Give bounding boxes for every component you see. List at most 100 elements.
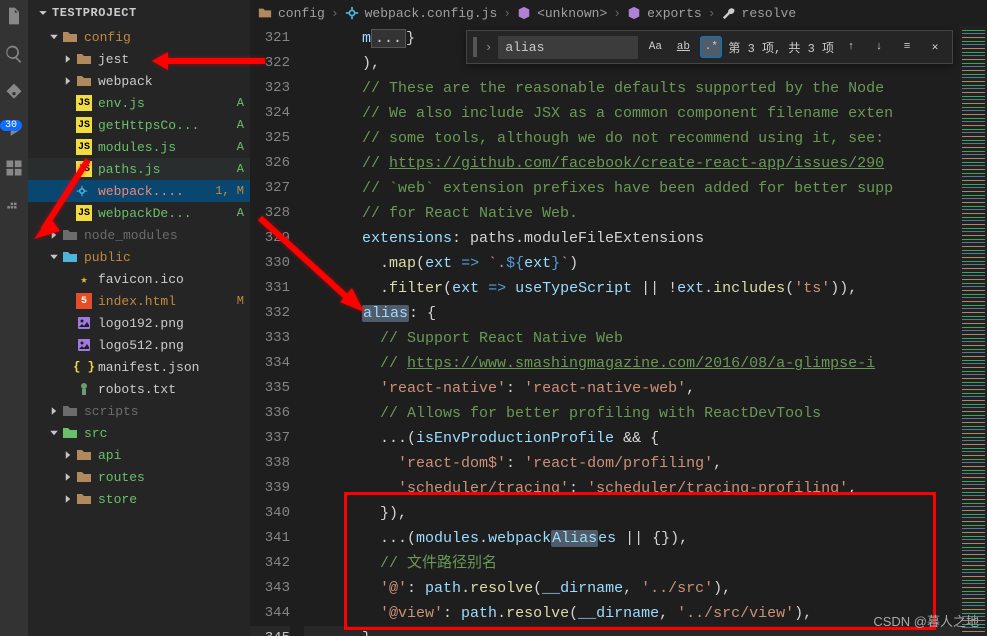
wrench-icon xyxy=(722,6,736,20)
folder-row[interactable]: src xyxy=(28,422,250,444)
folder-row[interactable]: node_modules xyxy=(28,224,250,246)
txt-icon xyxy=(76,381,92,397)
file-row[interactable]: JSenv.jsA xyxy=(28,92,250,114)
find-in-selection-btn[interactable]: ≡ xyxy=(896,36,918,58)
file-label: index.html xyxy=(98,294,233,309)
match-word-btn[interactable]: ab xyxy=(672,36,694,58)
docker-icon[interactable] xyxy=(4,196,24,216)
folder-row[interactable]: scripts xyxy=(28,400,250,422)
code-line[interactable]: extensions: paths.moduleFileExtensions xyxy=(304,226,960,251)
file-row[interactable]: JSpaths.jsA xyxy=(28,158,250,180)
file-label: robots.txt xyxy=(98,382,244,397)
git-icon[interactable] xyxy=(4,82,24,102)
chevron-right-icon[interactable]: › xyxy=(485,40,493,55)
code-line[interactable]: .map(ext => `.${ext}`) xyxy=(304,251,960,276)
file-row[interactable]: webpack....1, M xyxy=(28,180,250,202)
html-icon: 5 xyxy=(76,293,92,309)
file-label: webpackDe... xyxy=(98,206,233,221)
file-row[interactable]: 5index.htmlM xyxy=(28,290,250,312)
code-line[interactable]: }, xyxy=(304,626,960,636)
file-row[interactable]: JSmodules.jsA xyxy=(28,136,250,158)
ext-icon[interactable] xyxy=(4,158,24,178)
folder-row[interactable]: jest xyxy=(28,48,250,70)
code-line[interactable]: 'scheduler/tracing': 'scheduler/tracing-… xyxy=(304,476,960,501)
find-input[interactable] xyxy=(498,36,638,59)
folder-row[interactable]: webpack xyxy=(28,70,250,92)
file-label: api xyxy=(98,448,244,463)
match-count: 第 3 项, 共 3 项 xyxy=(728,39,834,56)
file-label: modules.js xyxy=(98,140,233,155)
code-line[interactable]: .filter(ext => useTypeScript || !ext.inc… xyxy=(304,276,960,301)
folder-row[interactable]: store xyxy=(28,488,250,510)
code-line[interactable]: // https://github.com/facebook/create-re… xyxy=(304,151,960,176)
code-line[interactable]: // Support React Native Web xyxy=(304,326,960,351)
file-label: config xyxy=(84,30,244,45)
files-icon[interactable] xyxy=(4,6,24,26)
file-row[interactable]: robots.txt xyxy=(28,378,250,400)
code-area[interactable]: 3213223233243253263273283293303313323333… xyxy=(250,26,987,636)
code-line[interactable]: // These are the reasonable defaults sup… xyxy=(304,76,960,101)
bc-seg[interactable]: resolve xyxy=(742,6,797,21)
git-decoration: A xyxy=(233,162,244,176)
code-line[interactable]: 'react-dom$': 'react-dom/profiling', xyxy=(304,451,960,476)
next-match-btn[interactable]: ↓ xyxy=(868,36,890,58)
code-line[interactable]: // for React Native Web. xyxy=(304,201,960,226)
resize-handle[interactable] xyxy=(473,37,477,57)
code-line[interactable]: ...(isEnvProductionProfile && { xyxy=(304,426,960,451)
file-label: logo512.png xyxy=(98,338,244,353)
bc-seg[interactable]: config xyxy=(278,6,325,21)
code-line[interactable]: // Allows for better profiling with Reac… xyxy=(304,401,960,426)
folder-icon xyxy=(76,491,92,507)
code-line[interactable]: }), xyxy=(304,501,960,526)
code-line[interactable]: // 文件路径别名 xyxy=(304,551,960,576)
file-label: logo192.png xyxy=(98,316,244,331)
code-line[interactable]: '@': path.resolve(__dirname, '../src'), xyxy=(304,576,960,601)
png-icon xyxy=(76,315,92,331)
prev-match-btn[interactable]: ↑ xyxy=(840,36,862,58)
search-icon[interactable] xyxy=(4,44,24,64)
file-label: env.js xyxy=(98,96,233,111)
close-find-btn[interactable]: ✕ xyxy=(924,36,946,58)
minimap[interactable] xyxy=(960,26,987,636)
ico-icon: ★ xyxy=(76,271,92,287)
code-line[interactable]: // https://www.smashingmagazine.com/2016… xyxy=(304,351,960,376)
bc-seg[interactable]: webpack.config.js xyxy=(365,6,498,21)
code-line[interactable]: // We also include JSX as a common compo… xyxy=(304,101,960,126)
bc-seg[interactable]: <unknown> xyxy=(537,6,607,21)
file-label: store xyxy=(98,492,244,507)
settings-icon xyxy=(345,6,359,20)
file-row[interactable]: JSgetHttpsCo...A xyxy=(28,114,250,136)
breadcrumb[interactable]: config› webpack.config.js› <unknown>› ex… xyxy=(250,0,987,26)
folder-icon xyxy=(76,73,92,89)
bc-seg[interactable]: exports xyxy=(647,6,702,21)
folder-icon xyxy=(62,249,78,265)
git-decoration: 1, M xyxy=(211,184,244,198)
file-row[interactable]: { }manifest.json xyxy=(28,356,250,378)
folder-row[interactable]: config xyxy=(28,26,250,48)
file-row[interactable]: ★ favicon.ico xyxy=(28,268,250,290)
code-line[interactable]: // `web` extension prefixes have been ad… xyxy=(304,176,960,201)
folder-row[interactable]: api xyxy=(28,444,250,466)
project-name: TESTPROJECT xyxy=(52,6,137,20)
code-line[interactable]: // some tools, although we do not recomm… xyxy=(304,126,960,151)
file-row[interactable]: logo192.png xyxy=(28,312,250,334)
folder-icon xyxy=(76,447,92,463)
file-label: favicon.ico xyxy=(98,272,244,287)
code-line[interactable]: 'react-native': 'react-native-web', xyxy=(304,376,960,401)
folder-row[interactable]: routes xyxy=(28,466,250,488)
folder-row[interactable]: public xyxy=(28,246,250,268)
cube-icon xyxy=(627,6,641,20)
code-content[interactable]: m...} ), // These are the reasonable def… xyxy=(304,26,960,636)
js-icon: JS xyxy=(76,117,92,133)
file-label: paths.js xyxy=(98,162,233,177)
activity-bar xyxy=(0,0,28,636)
code-line[interactable]: ...(modules.webpackAliases || {}), xyxy=(304,526,960,551)
code-line[interactable]: alias: { xyxy=(304,301,960,326)
file-tree: configjestwebpackJSenv.jsAJSgetHttpsCo..… xyxy=(28,26,250,510)
code-line[interactable]: '@view': path.resolve(__dirname, '../src… xyxy=(304,601,960,626)
explorer-header[interactable]: TESTPROJECT xyxy=(28,0,250,26)
file-row[interactable]: JSwebpackDe...A xyxy=(28,202,250,224)
file-row[interactable]: logo512.png xyxy=(28,334,250,356)
match-case-btn[interactable]: Aa xyxy=(644,36,666,58)
regex-btn[interactable]: .* xyxy=(700,36,722,58)
